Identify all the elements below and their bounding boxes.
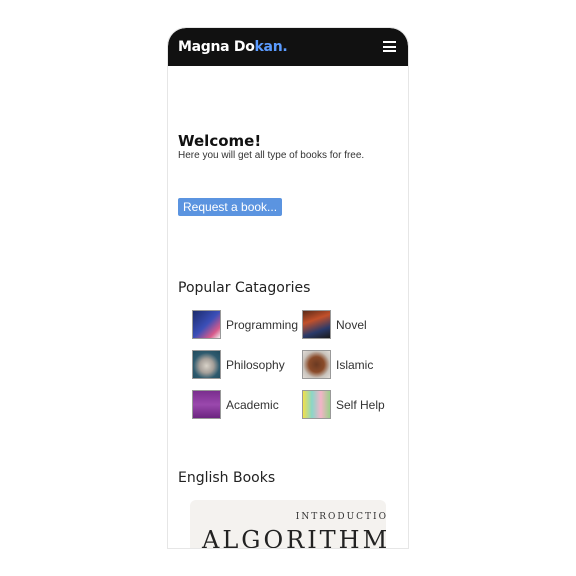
brand-logo[interactable]: Magna Dokan. [178, 39, 288, 55]
category-novel[interactable]: Novel [302, 310, 408, 340]
category-label: Philosophy [226, 358, 285, 372]
welcome-title: Welcome! [178, 132, 262, 150]
category-self-help[interactable]: Self Help [302, 390, 408, 420]
category-label: Academic [226, 398, 279, 412]
academic-thumbnail [192, 390, 221, 419]
philosophy-thumbnail [192, 350, 221, 379]
brand-accent: kan. [254, 39, 288, 55]
welcome-subtitle: Here you will get all type of books for … [178, 150, 365, 161]
category-academic[interactable]: Academic [192, 390, 302, 420]
category-label: Self Help [336, 398, 385, 412]
category-label: Islamic [336, 358, 374, 372]
category-programming[interactable]: Programming [192, 310, 302, 340]
programming-thumbnail [192, 310, 221, 339]
self-help-thumbnail [302, 390, 331, 419]
category-label: Programming [226, 318, 299, 332]
book-cover-line1: INTRODUCTIO [295, 512, 386, 522]
category-philosophy[interactable]: Philosophy [192, 350, 302, 380]
phone-screen: Magna Dokan. Welcome! Here you will get … [168, 28, 408, 548]
hamburger-menu-icon[interactable] [383, 41, 396, 52]
islamic-thumbnail [302, 350, 331, 379]
popular-categories-title: Popular Catagories [178, 280, 311, 296]
request-book-button[interactable]: Request a book... [178, 198, 283, 216]
brand-main: Magna Do [178, 39, 255, 55]
book-cover-line2: ALGORITHM [202, 526, 386, 548]
english-books-title: English Books [178, 470, 276, 486]
navbar: Magna Dokan. [168, 28, 408, 66]
category-label: Novel [336, 318, 367, 332]
category-islamic[interactable]: Islamic [302, 350, 408, 380]
book-cover-algorithms[interactable]: INTRODUCTIO ALGORITHM [190, 500, 386, 548]
novel-thumbnail [302, 310, 331, 339]
